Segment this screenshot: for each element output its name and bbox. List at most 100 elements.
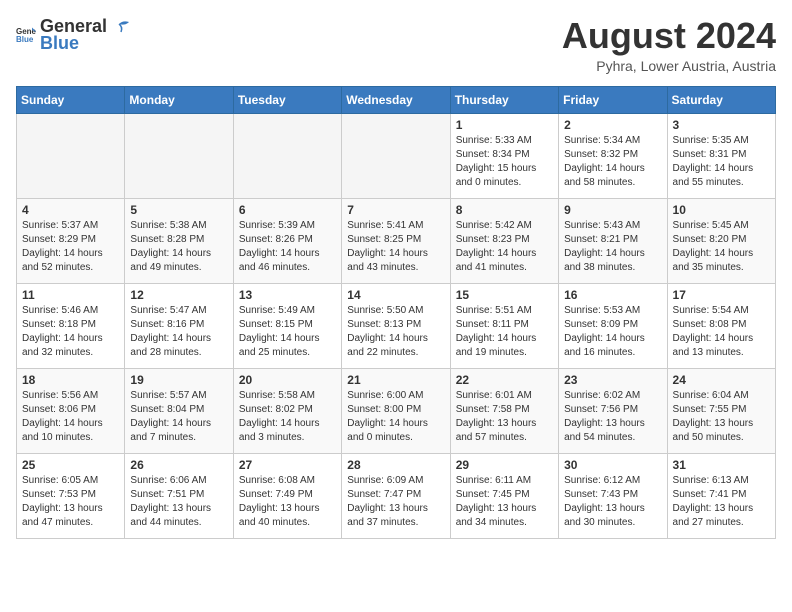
day-info: Sunrise: 5:58 AM Sunset: 8:02 PM Dayligh… xyxy=(239,389,336,445)
day-cell: 4 Sunrise: 5:37 AM Sunset: 8:29 PM Daylig… xyxy=(17,198,125,283)
day-cell: 31 Sunrise: 6:13 AM Sunset: 7:41 PM Dayli… xyxy=(667,453,775,538)
day-number: 11 xyxy=(22,288,119,302)
day-cell: 8Sunrise: 5:42 AM Sunset: 8:23 PM Daylig… xyxy=(450,198,558,283)
day-cell: 9 Sunrise: 5:43 AM Sunset: 8:21 PM Daylig… xyxy=(559,198,667,283)
day-number: 23 xyxy=(564,373,661,387)
day-cell: 12Sunrise: 5:47 AM Sunset: 8:16 PM Dayli… xyxy=(125,283,233,368)
day-cell: 29 Sunrise: 6:11 AM Sunset: 7:45 PM Dayli… xyxy=(450,453,558,538)
day-number: 21 xyxy=(347,373,444,387)
day-info: Sunrise: 6:06 AM Sunset: 7:51 PM Dayligh… xyxy=(130,474,227,530)
day-info: Sunrise: 5:41 AM Sunset: 8:25 PM Dayligh… xyxy=(347,219,444,275)
day-cell: 16Sunrise: 5:53 AM Sunset: 8:09 PM Dayli… xyxy=(559,283,667,368)
day-cell xyxy=(17,113,125,198)
day-number: 18 xyxy=(22,373,119,387)
day-info: Sunrise: 6:04 AM Sunset: 7:55 PM Dayligh… xyxy=(673,389,770,445)
day-number: 1 xyxy=(456,118,553,132)
day-info: Sunrise: 6:02 AM Sunset: 7:56 PM Dayligh… xyxy=(564,389,661,445)
day-info: Sunrise: 5:39 AM Sunset: 8:26 PM Dayligh… xyxy=(239,219,336,275)
day-cell: 2Sunrise: 5:34 AM Sunset: 8:32 PM Daylig… xyxy=(559,113,667,198)
day-number: 26 xyxy=(130,458,227,472)
day-info: Sunrise: 5:50 AM Sunset: 8:13 PM Dayligh… xyxy=(347,304,444,360)
day-cell: 26 Sunrise: 6:06 AM Sunset: 7:51 PM Dayli… xyxy=(125,453,233,538)
day-cell: 23 Sunrise: 6:02 AM Sunset: 7:56 PM Dayli… xyxy=(559,368,667,453)
logo-icon: General Blue xyxy=(16,25,36,45)
day-info: Sunrise: 5:54 AM Sunset: 8:08 PM Dayligh… xyxy=(673,304,770,360)
day-info: Sunrise: 5:37 AM Sunset: 8:29 PM Dayligh… xyxy=(22,219,119,275)
day-number: 4 xyxy=(22,203,119,217)
day-number: 27 xyxy=(239,458,336,472)
week-row-3: 11 Sunrise: 5:46 AM Sunset: 8:18 PM Dayli… xyxy=(17,283,776,368)
day-number: 17 xyxy=(673,288,770,302)
col-header-friday: Friday xyxy=(559,86,667,113)
week-row-5: 25 Sunrise: 6:05 AM Sunset: 7:53 PM Dayli… xyxy=(17,453,776,538)
day-number: 6 xyxy=(239,203,336,217)
logo-bird-icon xyxy=(109,18,131,36)
day-cell: 1 Sunrise: 5:33 AM Sunset: 8:34 PM Daylig… xyxy=(450,113,558,198)
day-cell: 22 Sunrise: 6:01 AM Sunset: 7:58 PM Dayli… xyxy=(450,368,558,453)
col-header-saturday: Saturday xyxy=(667,86,775,113)
day-info: Sunrise: 6:11 AM Sunset: 7:45 PM Dayligh… xyxy=(456,474,553,530)
day-cell: 25 Sunrise: 6:05 AM Sunset: 7:53 PM Dayli… xyxy=(17,453,125,538)
day-cell: 14 Sunrise: 5:50 AM Sunset: 8:13 PM Dayli… xyxy=(342,283,450,368)
day-cell: 30Sunrise: 6:12 AM Sunset: 7:43 PM Dayli… xyxy=(559,453,667,538)
week-row-1: 1 Sunrise: 5:33 AM Sunset: 8:34 PM Daylig… xyxy=(17,113,776,198)
day-info: Sunrise: 6:01 AM Sunset: 7:58 PM Dayligh… xyxy=(456,389,553,445)
day-cell: 5 Sunrise: 5:38 AM Sunset: 8:28 PM Daylig… xyxy=(125,198,233,283)
day-number: 31 xyxy=(673,458,770,472)
day-cell: 13 Sunrise: 5:49 AM Sunset: 8:15 PM Dayli… xyxy=(233,283,341,368)
day-cell: 3 Sunrise: 5:35 AM Sunset: 8:31 PM Daylig… xyxy=(667,113,775,198)
col-header-monday: Monday xyxy=(125,86,233,113)
header-row: SundayMondayTuesdayWednesdayThursdayFrid… xyxy=(17,86,776,113)
col-header-wednesday: Wednesday xyxy=(342,86,450,113)
day-number: 29 xyxy=(456,458,553,472)
day-info: Sunrise: 5:38 AM Sunset: 8:28 PM Dayligh… xyxy=(130,219,227,275)
day-number: 9 xyxy=(564,203,661,217)
day-info: Sunrise: 5:43 AM Sunset: 8:21 PM Dayligh… xyxy=(564,219,661,275)
day-number: 14 xyxy=(347,288,444,302)
day-number: 22 xyxy=(456,373,553,387)
day-number: 25 xyxy=(22,458,119,472)
day-number: 28 xyxy=(347,458,444,472)
day-cell: 24 Sunrise: 6:04 AM Sunset: 7:55 PM Dayli… xyxy=(667,368,775,453)
day-cell: 28Sunrise: 6:09 AM Sunset: 7:47 PM Dayli… xyxy=(342,453,450,538)
col-header-thursday: Thursday xyxy=(450,86,558,113)
logo: General Blue General Blue xyxy=(16,16,131,54)
day-number: 30 xyxy=(564,458,661,472)
title-area: August 2024 Pyhra, Lower Austria, Austri… xyxy=(562,16,776,74)
day-info: Sunrise: 5:45 AM Sunset: 8:20 PM Dayligh… xyxy=(673,219,770,275)
day-info: Sunrise: 5:51 AM Sunset: 8:11 PM Dayligh… xyxy=(456,304,553,360)
day-number: 5 xyxy=(130,203,227,217)
day-info: Sunrise: 5:56 AM Sunset: 8:06 PM Dayligh… xyxy=(22,389,119,445)
col-header-sunday: Sunday xyxy=(17,86,125,113)
day-cell: 20 Sunrise: 5:58 AM Sunset: 8:02 PM Dayli… xyxy=(233,368,341,453)
day-cell xyxy=(233,113,341,198)
day-info: Sunrise: 5:47 AM Sunset: 8:16 PM Dayligh… xyxy=(130,304,227,360)
day-number: 13 xyxy=(239,288,336,302)
day-cell: 19Sunrise: 5:57 AM Sunset: 8:04 PM Dayli… xyxy=(125,368,233,453)
day-cell: 18 Sunrise: 5:56 AM Sunset: 8:06 PM Dayli… xyxy=(17,368,125,453)
day-number: 20 xyxy=(239,373,336,387)
day-info: Sunrise: 5:35 AM Sunset: 8:31 PM Dayligh… xyxy=(673,134,770,190)
day-number: 3 xyxy=(673,118,770,132)
day-cell: 21 Sunrise: 6:00 AM Sunset: 8:00 PM Dayli… xyxy=(342,368,450,453)
day-info: Sunrise: 5:34 AM Sunset: 8:32 PM Dayligh… xyxy=(564,134,661,190)
day-number: 7 xyxy=(347,203,444,217)
day-info: Sunrise: 6:00 AM Sunset: 8:00 PM Dayligh… xyxy=(347,389,444,445)
day-info: Sunrise: 5:46 AM Sunset: 8:18 PM Dayligh… xyxy=(22,304,119,360)
day-info: Sunrise: 5:53 AM Sunset: 8:09 PM Dayligh… xyxy=(564,304,661,360)
day-cell: 17 Sunrise: 5:54 AM Sunset: 8:08 PM Dayli… xyxy=(667,283,775,368)
day-number: 8 xyxy=(456,203,553,217)
day-info: Sunrise: 6:13 AM Sunset: 7:41 PM Dayligh… xyxy=(673,474,770,530)
day-cell: 11 Sunrise: 5:46 AM Sunset: 8:18 PM Dayli… xyxy=(17,283,125,368)
calendar-table: SundayMondayTuesdayWednesdayThursdayFrid… xyxy=(16,86,776,539)
day-info: Sunrise: 5:57 AM Sunset: 8:04 PM Dayligh… xyxy=(130,389,227,445)
day-cell: 6 Sunrise: 5:39 AM Sunset: 8:26 PM Daylig… xyxy=(233,198,341,283)
day-info: Sunrise: 6:05 AM Sunset: 7:53 PM Dayligh… xyxy=(22,474,119,530)
day-cell: 15Sunrise: 5:51 AM Sunset: 8:11 PM Dayli… xyxy=(450,283,558,368)
day-cell: 10Sunrise: 5:45 AM Sunset: 8:20 PM Dayli… xyxy=(667,198,775,283)
day-info: Sunrise: 5:33 AM Sunset: 8:34 PM Dayligh… xyxy=(456,134,553,190)
day-info: Sunrise: 5:49 AM Sunset: 8:15 PM Dayligh… xyxy=(239,304,336,360)
day-cell xyxy=(342,113,450,198)
day-cell: 7 Sunrise: 5:41 AM Sunset: 8:25 PM Daylig… xyxy=(342,198,450,283)
day-number: 24 xyxy=(673,373,770,387)
